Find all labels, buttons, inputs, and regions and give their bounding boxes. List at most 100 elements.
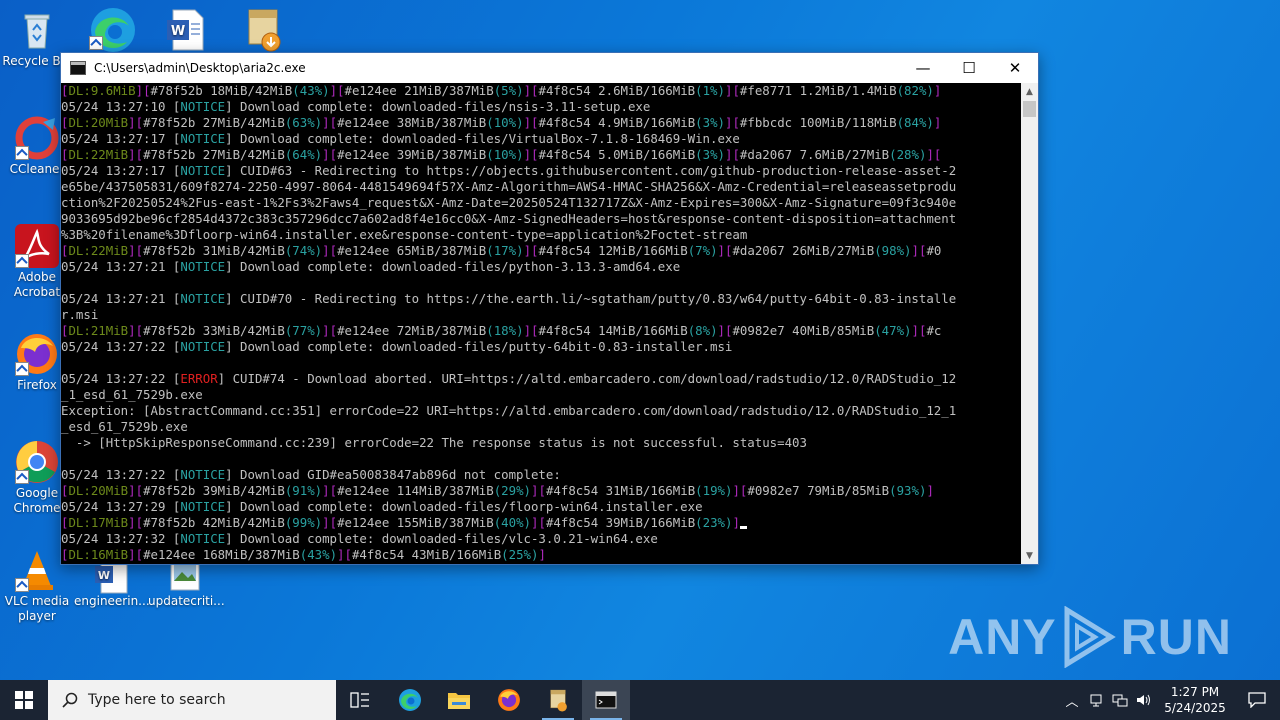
console-segment: (47%) [874,323,912,338]
console-segment: 05/24 13:27:17 [ [61,163,181,178]
console-segment: ][ [128,483,144,498]
console-segment: DL:22MiB [68,147,129,162]
taskbar-clock[interactable]: 1:27 PM 5/24/2025 [1156,684,1234,716]
shortcut-arrow-icon [15,470,29,484]
console-segment: #fbbcdc 100MiB/118MiB [739,115,897,130]
console-segment: (23%) [695,515,733,530]
console-segment: DL:17MiB [68,515,129,530]
console-segment: #78f52b 27MiB/42MiB [143,115,285,130]
edge-icon [399,689,421,711]
console-segment: 05/24 13:27:17 [ [61,131,181,146]
close-button[interactable]: ✕ [992,53,1038,83]
console-segment: ][ [725,115,740,130]
watermark-text-left: ANY [948,609,1057,665]
console-segment: NOTICE [180,339,226,354]
console-segment: DL:9.6MiB [68,83,136,98]
desktop-icon-update-image[interactable]: updatecriti... [148,558,225,609]
console-segment: DL:20MiB [68,483,129,498]
console-segment: ][ [911,323,927,338]
console-line: [DL:16MiB][#e124ee 168MiB/387MiB(43%)][#… [61,547,1021,563]
volume-icon[interactable] [1132,680,1156,720]
shortcut-arrow-icon [15,146,29,160]
console-segment: #78f52b 42MiB/42MiB [143,515,285,530]
desktop-icon-installer[interactable] [226,6,300,52]
console-segment: (74%) [284,243,323,258]
watermark-text-right: RUN [1120,609,1232,665]
network-icon[interactable] [1108,680,1132,720]
console-segment: (3%) [695,147,725,162]
console-segment: DL:16MiB [68,547,129,562]
console-line: _1_esd_61_7529b.exe [61,387,1021,403]
console-segment: ][ [128,547,144,562]
console-line: r.msi [61,307,1021,323]
console-segment: %3B%20filename%3Dfloorp-win64.installer.… [61,227,748,242]
console-segment: (10%) [486,147,524,162]
taskbar-file-explorer[interactable] [435,680,483,720]
taskbar-search-box[interactable]: Type here to search [48,680,336,720]
console-segment: #e124ee 21MiB/387MiB [344,83,494,98]
console-segment: #4f8c54 12MiB/166MiB [538,243,688,258]
taskbar-console[interactable] [582,680,630,720]
console-line: 05/24 13:27:10 [NOTICE] Download complet… [61,99,1021,115]
console-line: [DL:21MiB][#78f52b 33MiB/42MiB(77%)][#e1… [61,323,1021,339]
scroll-up-arrow-icon[interactable]: ▲ [1021,83,1038,100]
chevron-up-icon[interactable]: ︿ [1060,680,1084,720]
console-window[interactable]: C:\Users\admin\Desktop\aria2c.exe — ☐ ✕ … [60,52,1039,565]
console-segment: r.msi [61,307,99,322]
maximize-button[interactable]: ☐ [946,53,992,83]
console-segment: #0 [926,243,942,258]
console-segment: (43%) [299,547,338,562]
console-line: [DL:20MiB][#78f52b 39MiB/42MiB(91%)][#e1… [61,483,1021,499]
console-segment: (1%) [695,83,725,98]
console-segment: NOTICE [180,99,226,114]
console-segment: (91%) [284,483,323,498]
console-line: [DL:22MiB][#78f52b 31MiB/42MiB(74%)][#e1… [61,243,1021,259]
console-segment: (64%) [284,147,323,162]
console-segment: ][ [128,115,144,130]
window-titlebar[interactable]: C:\Users\admin\Desktop\aria2c.exe — ☐ ✕ [61,53,1038,83]
console-segment: #4f8c54 5.0MiB/166MiB [538,147,696,162]
taskbar-firefox[interactable] [485,680,533,720]
start-button[interactable] [0,680,48,720]
console-segment: #4f8c54 39MiB/166MiB [545,515,696,530]
scroll-down-arrow-icon[interactable]: ▼ [1021,547,1038,564]
desktop-icon-engineering-doc[interactable]: W engineerin... [74,558,150,609]
clock-date: 5/24/2025 [1164,701,1226,715]
console-segment: ] Download complete: downloaded-files/Vi… [225,131,740,146]
folder-icon [448,693,470,709]
console-segment: #4f8c54 2.6MiB/166MiB [538,83,696,98]
shortcut-arrow-icon [15,362,29,376]
console-segment: #da2067 7.6MiB/27MiB [739,147,890,162]
console-segment: ][ [135,83,151,98]
desktop-icon-edge[interactable] [74,6,148,52]
taskbar-edge[interactable] [386,680,434,720]
console-segment: #fe8771 1.2MiB/1.4MiB [739,83,897,98]
console-segment: ] [933,115,942,130]
firefox-icon [15,332,59,376]
console-segment: Exception: [AbstractCommand.cc:351] erro… [61,403,957,418]
console-segment: #4f8c54 14MiB/166MiB [538,323,688,338]
console-segment: NOTICE [180,467,226,482]
console-segment: NOTICE [180,259,226,274]
taskbar-installer[interactable] [534,680,582,720]
console-line: _esd_61_7529b.exe [61,419,1021,435]
console-line: 05/24 13:27:32 [NOTICE] Download complet… [61,531,1021,547]
desktop-icon-word-doc[interactable]: W [148,8,222,54]
notifications-icon[interactable] [1234,680,1280,720]
task-view-icon [350,692,369,708]
minimize-button[interactable]: — [900,53,946,83]
console-segment: DL:21MiB [68,323,129,338]
vertical-scrollbar[interactable]: ▲ ▼ [1021,83,1038,564]
console-segment: ction%2F20250524%2Fus-east-1%2Fs3%2Faws4… [61,195,957,210]
console-segment: ][ [523,243,539,258]
console-segment: ERROR [180,371,218,386]
task-view-button[interactable] [336,680,384,720]
scroll-thumb[interactable] [1023,101,1036,117]
windows-logo-icon [15,691,33,709]
console-output[interactable]: [DL:9.6MiB][#78f52b 18MiB/42MiB(43%)][#e… [61,83,1021,564]
console-line: [DL:17MiB][#78f52b 42MiB/42MiB(99%)][#e1… [61,515,1021,531]
console-segment: ][ [322,515,338,530]
window-title: C:\Users\admin\Desktop\aria2c.exe [94,61,306,75]
network-adapter-icon[interactable] [1084,680,1108,720]
